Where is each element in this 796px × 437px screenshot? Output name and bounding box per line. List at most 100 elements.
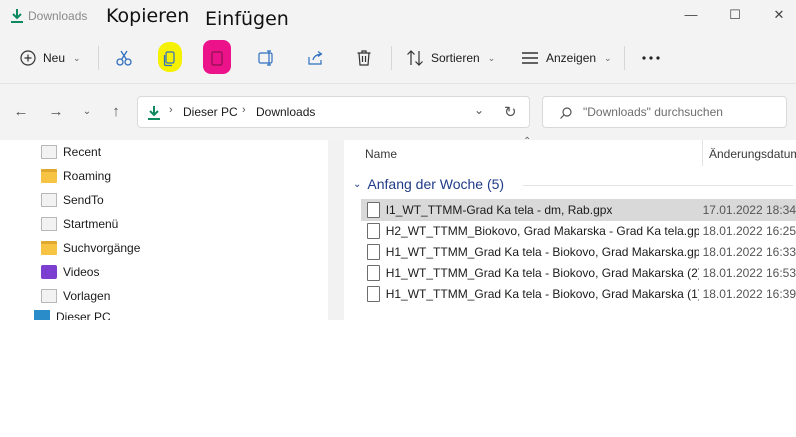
navigation-bar: ← → ⌄ ↑ › Dieser PC › Downloads ⌄ ↻ "Dow… <box>0 84 796 140</box>
tree-item-label: Roaming <box>63 169 112 183</box>
file-date: 18.01.2022 16:33 <box>702 245 796 259</box>
file-icon <box>367 265 380 281</box>
minimize-button[interactable]: — <box>677 4 705 26</box>
scissors-icon <box>116 50 132 66</box>
column-header-date[interactable]: Änderungsdatum <box>709 147 796 161</box>
search-box[interactable]: "Downloads" durchsuchen <box>542 96 787 128</box>
chevron-right-icon: › <box>169 104 173 116</box>
copy-icon <box>163 51 175 67</box>
file-row[interactable]: H1_WT_TTMM_Grad Ka tela - Biokovo, Grad … <box>361 241 796 263</box>
file-name: H1_WT_TTMM_Grad Ka tela - Biokovo, Grad … <box>385 287 699 301</box>
tree-item-videos[interactable]: Videos <box>41 261 99 283</box>
refresh-icon[interactable]: ↻ <box>504 103 517 121</box>
file-row[interactable]: H2_WT_TTMM_Biokovo, Grad Makarska - Grad… <box>361 220 796 242</box>
shortcut-folder-icon <box>41 193 57 207</box>
tree-item-label: Suchvorgänge <box>63 241 141 255</box>
view-label: Anzeigen <box>546 51 597 65</box>
group-divider <box>523 185 793 186</box>
group-label: Anfang der Woche (5) <box>367 176 505 192</box>
tree-item-templates[interactable]: Vorlagen <box>41 285 110 307</box>
file-icon <box>367 223 380 239</box>
file-icon <box>367 202 380 218</box>
tree-item-sendto[interactable]: SendTo <box>41 189 104 211</box>
tree-item-roaming[interactable]: Roaming <box>41 165 111 187</box>
annotation-copy: Kopieren <box>106 5 190 27</box>
shortcut-folder-icon <box>41 145 57 159</box>
search-icon <box>560 107 572 119</box>
more-options-button[interactable] <box>641 44 661 72</box>
share-button[interactable] <box>307 44 325 72</box>
sort-label: Sortieren <box>431 51 480 65</box>
new-button[interactable]: Neu ⌄ <box>20 44 81 72</box>
breadcrumb-downloads[interactable]: Downloads <box>256 105 315 119</box>
up-button[interactable]: ↑ <box>105 102 127 122</box>
navigation-pane: Recent Roaming SendTo Startmenü Suchvorg… <box>0 140 344 320</box>
computer-icon <box>34 310 50 320</box>
file-name: H1_WT_TTMM_Grad Ka tela - Biokovo, Grad … <box>385 245 699 259</box>
recent-locations-button[interactable]: ⌄ <box>76 102 98 122</box>
tree-item-this-pc[interactable]: Dieser PC <box>34 310 111 320</box>
breadcrumb-this-pc[interactable]: Dieser PC <box>183 105 238 119</box>
plus-circle-icon <box>20 50 36 66</box>
tree-item-label: Recent <box>63 145 102 159</box>
folder-icon <box>41 241 57 255</box>
rename-button[interactable] <box>258 44 276 72</box>
tree-item-label: Dieser PC <box>56 310 111 320</box>
nav-pane-scrollbar[interactable] <box>328 140 344 320</box>
sort-button[interactable]: Sortieren ⌄ <box>406 44 495 72</box>
shortcut-folder-icon <box>41 289 57 303</box>
annotation-paste: Einfügen <box>205 8 289 30</box>
paste-icon <box>211 51 223 66</box>
command-bar: Neu ⌄ Sortieren ⌄ Anzeigen ⌄ <box>0 32 796 84</box>
copy-button[interactable] <box>163 44 177 72</box>
column-header-name[interactable]: Name <box>365 147 397 161</box>
chevron-right-icon: › <box>242 104 246 116</box>
sort-indicator-icon: ⌃ <box>523 136 532 147</box>
tree-item-label: Startmenü <box>63 217 119 231</box>
forward-button[interactable]: → <box>45 102 67 122</box>
title-bar: Downloads Kopieren Einfügen — ☐ ✕ <box>0 0 796 32</box>
tree-item-recent[interactable]: Recent <box>41 141 101 163</box>
column-divider[interactable] <box>702 140 703 166</box>
maximize-button[interactable]: ☐ <box>721 4 749 26</box>
trash-icon <box>357 50 371 66</box>
file-icon <box>367 286 380 302</box>
address-bar[interactable]: › Dieser PC › Downloads ⌄ ↻ <box>137 96 530 128</box>
download-icon <box>148 106 160 120</box>
new-label: Neu <box>43 51 66 65</box>
file-date: 18.01.2022 16:39 <box>702 287 796 301</box>
file-date: 18.01.2022 16:53 <box>702 266 796 280</box>
close-button[interactable]: ✕ <box>765 4 793 26</box>
separator <box>391 46 392 70</box>
delete-button[interactable] <box>356 44 372 72</box>
file-name: H1_WT_TTMM_Grad Ka tela - Biokovo, Grad … <box>385 266 699 280</box>
download-icon <box>11 9 23 23</box>
separator <box>624 46 625 70</box>
back-button[interactable]: ← <box>10 102 32 122</box>
tree-item-startmenu[interactable]: Startmenü <box>41 213 118 235</box>
share-icon <box>308 51 323 65</box>
paste-button[interactable] <box>210 44 224 72</box>
file-row[interactable]: H1_WT_TTMM_Grad Ka tela - Biokovo, Grad … <box>361 283 796 305</box>
chevron-down-icon: ⌄ <box>73 52 81 63</box>
file-date: 18.01.2022 16:25 <box>702 224 796 238</box>
separator <box>98 46 99 70</box>
address-dropdown-icon[interactable]: ⌄ <box>474 103 484 117</box>
more-icon <box>642 56 660 60</box>
file-row[interactable]: I1_WT_TTMM-Grad Ka tela - dm, Rab.gpx 17… <box>361 199 796 221</box>
file-icon <box>367 244 380 260</box>
file-explorer-window: Downloads Kopieren Einfügen — ☐ ✕ Neu ⌄ <box>0 0 796 437</box>
tree-item-label: Videos <box>63 265 100 279</box>
file-row[interactable]: H1_WT_TTMM_Grad Ka tela - Biokovo, Grad … <box>361 262 796 284</box>
group-header[interactable]: ⌄ Anfang der Woche (5) <box>353 176 504 192</box>
tree-item-searches[interactable]: Suchvorgänge <box>41 237 140 259</box>
folder-icon <box>41 169 57 183</box>
sort-icon <box>407 50 423 66</box>
shortcut-folder-icon <box>41 217 57 231</box>
cut-button[interactable] <box>115 44 133 72</box>
file-date: 17.01.2022 18:34 <box>702 203 796 217</box>
file-name: H2_WT_TTMM_Biokovo, Grad Makarska - Grad… <box>385 224 699 238</box>
chevron-down-icon: ⌄ <box>487 52 496 63</box>
view-button[interactable]: Anzeigen ⌄ <box>521 44 612 72</box>
videos-icon <box>41 265 57 279</box>
